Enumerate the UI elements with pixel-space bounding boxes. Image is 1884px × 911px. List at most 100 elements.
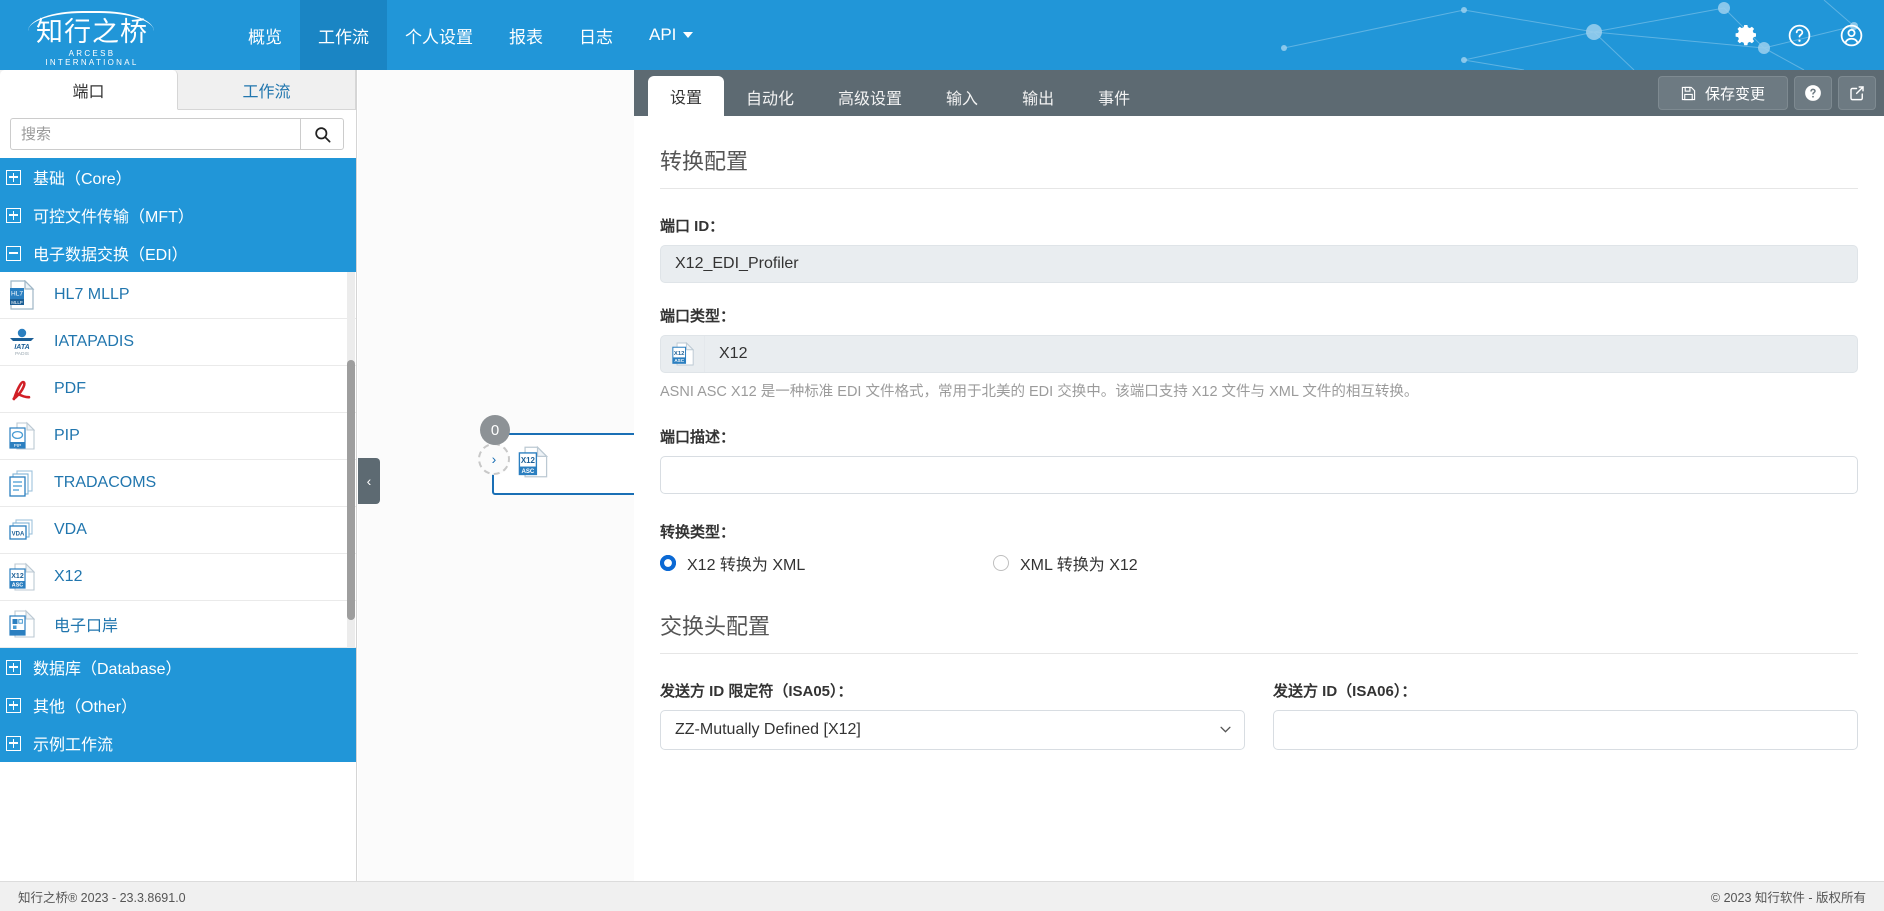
tab-events[interactable]: 事件 (1076, 78, 1152, 116)
sender-id-input[interactable] (1273, 710, 1858, 750)
workflow-node[interactable]: 0 › X12 ASC (492, 415, 634, 495)
list-item[interactable]: X12 ASC X12 (0, 554, 356, 601)
convert-type-radio-group: X12 转换为 XML XML 转换为 X12 (660, 551, 1858, 575)
node-input-connector[interactable]: › (478, 443, 510, 475)
field-port-id: 端口 ID： X12_EDI_Profiler (660, 215, 1858, 283)
sidebar-tab-ports[interactable]: 端口 (0, 70, 178, 110)
sidebar-tab-workflows[interactable]: 工作流 (178, 70, 356, 109)
radio-x12-to-xml[interactable]: X12 转换为 XML (660, 551, 993, 575)
expand-plus-icon (6, 208, 21, 223)
field-label: 端口 ID： (660, 215, 1858, 236)
tab-settings[interactable]: 设置 (648, 76, 724, 116)
hl7-mllp-file-icon: HL7 MLLP (4, 280, 40, 310)
svg-text:X12: X12 (11, 573, 24, 580)
workflow-canvas[interactable]: ‹ 0 › X12 ASC (358, 70, 634, 881)
sidebar-group-sample-workflows[interactable]: 示例工作流 (0, 724, 356, 762)
expand-plus-icon (6, 660, 21, 675)
svg-text:X12: X12 (673, 351, 684, 357)
radio-xml-to-x12[interactable]: XML 转换为 X12 (993, 551, 1138, 575)
tab-label: 输出 (1022, 85, 1054, 109)
sidebar-group-other[interactable]: 其他（Other） (0, 686, 356, 724)
svg-text:ASC: ASC (12, 583, 23, 589)
vda-file-icon: VDA (4, 515, 40, 545)
sender-id-qualifier-select[interactable]: ZZ-Mutually Defined [X12] (660, 710, 1245, 750)
collapse-minus-icon (6, 246, 21, 261)
sidebar-search-bar (0, 110, 356, 158)
nav-item-reports[interactable]: 报表 (491, 0, 561, 70)
popout-panel-button[interactable] (1838, 76, 1876, 110)
radio-label: X12 转换为 XML (687, 551, 805, 575)
field-port-type: 端口类型： X12 ASC X12 ASNI ASC X12 是一种标准 EDI… (660, 305, 1858, 404)
sidebar-collapse-handle[interactable]: ‹ (358, 458, 380, 504)
tab-label: 输入 (946, 85, 978, 109)
field-convert-type: 转换类型： X12 转换为 XML XML 转换为 X12 (660, 521, 1858, 575)
help-circle-icon[interactable] (1786, 22, 1812, 48)
panel-help-button[interactable] (1794, 76, 1832, 110)
nav-item-workflow[interactable]: 工作流 (300, 0, 387, 70)
nav-item-logs[interactable]: 日志 (561, 0, 631, 70)
tab-automation[interactable]: 自动化 (724, 78, 816, 116)
tab-input[interactable]: 输入 (924, 78, 1000, 116)
nav-label: 报表 (509, 23, 543, 48)
list-item[interactable]: HL7 MLLP HL7 MLLP (0, 272, 356, 319)
sidebar-port-list: HL7 MLLP HL7 MLLP IATA PADIS IATAPADIS (0, 272, 356, 648)
panel-action-buttons: 保存变更 (1658, 76, 1876, 110)
group-label: 其他（Other） (33, 693, 137, 717)
select-value: ZZ-Mutually Defined [X12] (675, 721, 861, 739)
x12-asc-file-icon: X12 ASC (518, 445, 548, 479)
nav-label: API (649, 25, 676, 45)
nav-item-overview[interactable]: 概览 (230, 0, 300, 70)
logo-english-text: ARCESB INTERNATIONAL (22, 49, 162, 67)
pdf-file-icon (4, 374, 40, 404)
gear-icon[interactable] (1734, 22, 1760, 48)
list-item[interactable]: TRADACOMS (0, 460, 356, 507)
port-description-input[interactable] (660, 456, 1858, 494)
expand-plus-icon (6, 698, 21, 713)
field-sender-id-qualifier: 发送方 ID 限定符（ISA05）： ZZ-Mutually Defined [… (660, 680, 1245, 750)
tab-advanced-settings[interactable]: 高级设置 (816, 78, 924, 116)
expand-plus-icon (6, 170, 21, 185)
search-button[interactable] (300, 118, 344, 150)
nav-item-personal-settings[interactable]: 个人设置 (387, 0, 491, 70)
svg-text:PADIS: PADIS (15, 351, 29, 357)
node-body[interactable] (492, 433, 634, 495)
svg-text:HL7: HL7 (11, 291, 23, 298)
sidebar-group-mft[interactable]: 可控文件传输（MFT） (0, 196, 356, 234)
nav-label: 个人设置 (405, 23, 473, 48)
list-item[interactable]: 电子口岸 (0, 601, 356, 648)
x12-asc-file-icon: X12 ASC (661, 336, 705, 372)
list-item-label: 电子口岸 (54, 612, 118, 636)
field-label: 端口描述： (660, 426, 1858, 447)
sidebar-group-database[interactable]: 数据库（Database） (0, 648, 356, 686)
interchange-header-fields: 发送方 ID 限定符（ISA05）： ZZ-Mutually Defined [… (660, 680, 1858, 750)
group-label: 数据库（Database） (33, 655, 182, 679)
svg-text:PIP: PIP (14, 443, 22, 449)
radio-selected-icon (660, 555, 676, 571)
list-item-label: X12 (54, 568, 82, 586)
list-item[interactable]: IATA PADIS IATAPADIS (0, 319, 356, 366)
list-item[interactable]: PDF (0, 366, 356, 413)
sidebar-groups-bottom: 数据库（Database） 其他（Other） 示例工作流 (0, 648, 356, 762)
nav-item-api[interactable]: API (631, 0, 711, 70)
external-link-icon (1848, 84, 1866, 102)
tab-label: 设置 (670, 84, 702, 108)
tradacoms-file-icon (4, 468, 40, 498)
user-account-icon[interactable] (1838, 22, 1864, 48)
sidebar-tabs: 端口 工作流 (0, 70, 356, 110)
sidebar-group-edi[interactable]: 电子数据交换（EDI） (0, 234, 356, 272)
group-label: 基础（Core） (33, 165, 132, 189)
search-input[interactable] (10, 118, 300, 150)
field-port-description: 端口描述： (660, 426, 1858, 499)
list-item[interactable]: VDA VDA (0, 507, 356, 554)
list-item[interactable]: PIP PIP (0, 413, 356, 460)
tab-output[interactable]: 输出 (1000, 78, 1076, 116)
list-item-label: HL7 MLLP (54, 286, 130, 304)
app-logo[interactable]: 知行之桥 ARCESB INTERNATIONAL (22, 9, 162, 61)
svg-text:IATA: IATA (14, 344, 29, 351)
pip-file-icon: PIP (4, 421, 40, 451)
save-changes-button[interactable]: 保存变更 (1658, 76, 1788, 110)
sidebar-scrollbar-thumb[interactable] (347, 360, 355, 620)
svg-text:MLLP: MLLP (11, 300, 23, 305)
sidebar-group-core[interactable]: 基础（Core） (0, 158, 356, 196)
tab-label: 端口 (72, 78, 104, 102)
